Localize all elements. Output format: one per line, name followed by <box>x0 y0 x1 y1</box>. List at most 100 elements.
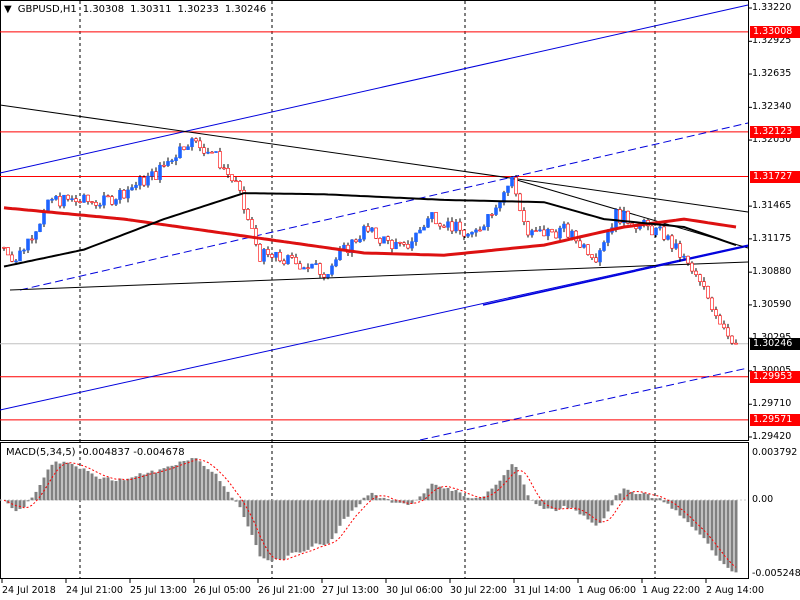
bear-candle <box>662 226 666 240</box>
bear-candle <box>30 238 34 241</box>
channel-upper-line[interactable] <box>0 4 749 174</box>
bear-candle <box>194 138 198 142</box>
dropdown-triangle-icon[interactable]: ▼ <box>4 4 12 15</box>
bull-candle <box>114 199 118 205</box>
macd-signal-line <box>3 459 737 568</box>
bull-candle <box>414 232 418 242</box>
macd-label: MACD(5,34,5) -0.004837 -0.004678 <box>6 447 185 458</box>
level-price-tag: 1.29953 <box>750 370 800 383</box>
bull-candle <box>470 231 474 235</box>
bear-candle <box>686 255 690 264</box>
bull-candle <box>174 157 178 161</box>
bull-candle <box>418 229 422 234</box>
bear-candle <box>78 201 82 203</box>
time-tick-label: 24 Jul 21:00 <box>66 585 123 596</box>
bear-candle <box>10 254 14 262</box>
bear-candle <box>458 221 462 231</box>
open-value: 1.30308 <box>82 4 125 15</box>
bull-candle <box>190 138 194 148</box>
bear-candle <box>290 255 294 258</box>
time-tick-label: 1 Aug 06:00 <box>578 585 637 596</box>
bear-candle <box>234 180 238 183</box>
bear-candle <box>294 257 298 265</box>
bear-candle <box>650 225 654 236</box>
bull-candle <box>18 250 22 262</box>
bear-candle <box>266 249 270 255</box>
bull-candle <box>430 212 434 219</box>
level-price-tag: 1.31727 <box>750 170 800 183</box>
bull-candle <box>570 230 574 238</box>
support-line[interactable] <box>9 261 749 291</box>
bull-candle <box>262 249 266 262</box>
price-chart[interactable] <box>0 0 800 600</box>
price-tick-label: 1.31175 <box>752 232 792 244</box>
bull-candle <box>426 218 430 228</box>
bear-candle <box>110 196 114 205</box>
bear-candle <box>718 315 722 325</box>
bear-candle <box>730 335 734 344</box>
bear-candle <box>374 227 378 239</box>
bear-candle <box>390 240 394 249</box>
bear-candle <box>366 226 370 232</box>
bear-candle <box>690 262 694 272</box>
bull-candle <box>334 259 338 267</box>
bear-candle <box>218 151 222 169</box>
bear-candle <box>226 168 230 175</box>
time-tick-label: 2 Aug 14:00 <box>706 585 765 596</box>
bear-candle <box>514 176 518 195</box>
bear-candle <box>122 189 126 199</box>
main-pane-border <box>0 0 749 441</box>
time-tick-label: 1 Aug 22:00 <box>642 585 701 596</box>
bull-candle <box>338 249 342 261</box>
bear-candle <box>182 146 186 150</box>
bull-candle <box>46 199 50 212</box>
bull-candle <box>510 176 514 187</box>
bear-candle <box>282 260 286 265</box>
bull-candle <box>362 226 366 240</box>
bear-candle <box>106 195 110 198</box>
bull-candle <box>606 231 610 243</box>
time-tick-label: 31 Jul 14:00 <box>514 585 571 596</box>
bull-candle <box>130 187 134 191</box>
bear-candle <box>554 231 558 239</box>
bear-candle <box>66 194 70 200</box>
bear-candle <box>450 221 454 232</box>
bull-candle <box>466 233 470 237</box>
symbol-label: GBPUSD,H1 <box>17 4 77 15</box>
bear-candle <box>734 342 738 345</box>
bear-candle <box>578 240 582 248</box>
bear-candle <box>550 229 554 233</box>
price-tick-label: 1.30590 <box>752 298 792 310</box>
level-price-tag: 1.33008 <box>750 25 800 38</box>
bear-candle <box>678 243 682 258</box>
time-tick-label: 30 Jul 06:00 <box>386 585 443 596</box>
channel-lower-dashed-line[interactable] <box>419 367 749 441</box>
bull-candle <box>118 189 122 200</box>
current-price-tag: 1.30246 <box>750 337 800 350</box>
bull-candle <box>674 243 678 249</box>
bear-candle <box>590 254 594 258</box>
bull-candle <box>126 189 130 199</box>
price-tick-label: 1.32635 <box>752 68 792 80</box>
channel-lower-line[interactable] <box>0 244 749 411</box>
time-tick-label: 26 Jul 21:00 <box>258 585 315 596</box>
bear-candle <box>378 238 382 244</box>
bear-candle <box>318 263 322 275</box>
bear-candle <box>594 257 598 263</box>
bull-candle <box>314 263 318 265</box>
bull-candle <box>654 227 658 236</box>
bull-candle <box>50 198 54 201</box>
level-price-tag: 1.32123 <box>750 125 800 138</box>
bull-candle <box>274 251 278 258</box>
bull-candle <box>602 242 606 251</box>
price-tick-label: 1.32340 <box>752 101 792 113</box>
channel-mid-dashed-line[interactable] <box>19 122 749 291</box>
bull-candle <box>382 236 386 244</box>
bear-candle <box>238 181 242 191</box>
bull-candle <box>54 196 58 200</box>
bear-candle <box>386 236 390 241</box>
bull-candle <box>38 223 42 232</box>
bull-candle <box>482 226 486 231</box>
bull-candle <box>422 226 426 231</box>
bear-candle <box>566 223 570 238</box>
